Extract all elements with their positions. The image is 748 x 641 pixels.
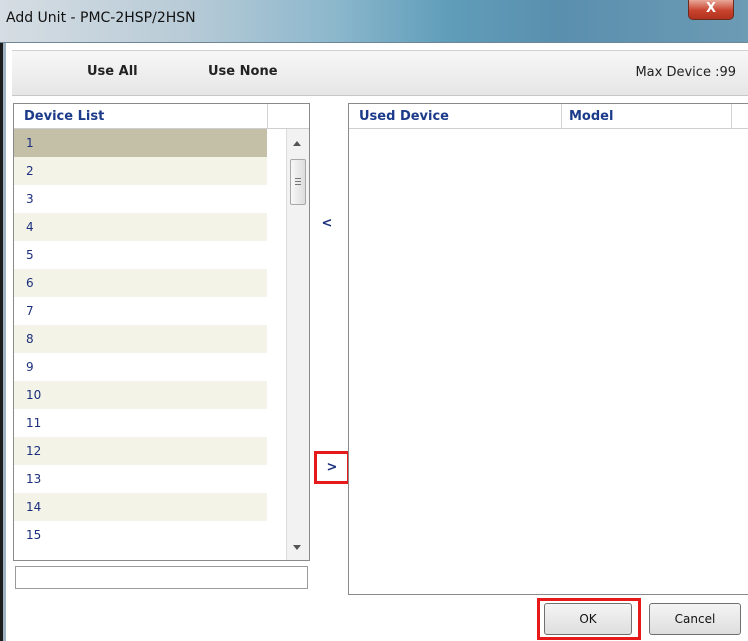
device-list-item[interactable]: 2	[14, 157, 267, 185]
grip-line	[295, 181, 301, 182]
device-list-item[interactable]: 1	[14, 129, 267, 157]
scroll-down-arrow-icon[interactable]	[293, 545, 301, 550]
cancel-button[interactable]: Cancel	[649, 603, 741, 635]
window-left-frame	[3, 42, 6, 641]
device-list-item[interactable]: 15	[14, 521, 267, 549]
device-list-item[interactable]: 6	[14, 269, 267, 297]
max-device-label: Max Device :99	[635, 65, 736, 80]
device-list-panel: Device List 1 2 3 4 5 6 7 8 9 10 11 12 13 14 15	[13, 103, 310, 561]
scroll-up-arrow-icon[interactable]	[293, 141, 301, 146]
model-header[interactable]: Model	[569, 109, 613, 124]
toolbar: Use All Use None Max Device :99	[12, 50, 748, 96]
device-list-item[interactable]: 8	[14, 325, 267, 353]
device-list-item[interactable]: 5	[14, 241, 267, 269]
use-all-button[interactable]: Use All	[87, 64, 138, 79]
used-device-header-row: Used Device Model	[349, 104, 748, 129]
used-device-panel: Used Device Model	[348, 103, 748, 595]
device-list-scrollbar[interactable]	[286, 129, 309, 560]
device-list-item[interactable]: 4	[14, 213, 267, 241]
use-none-button[interactable]: Use None	[208, 64, 278, 79]
ok-button[interactable]: OK	[544, 603, 632, 635]
scroll-thumb[interactable]	[290, 159, 306, 205]
move-right-button[interactable]: >	[314, 451, 350, 484]
device-list-item[interactable]: 10	[14, 381, 267, 409]
column-divider	[561, 104, 562, 128]
device-list-item[interactable]: 3	[14, 185, 267, 213]
device-list-item[interactable]: 14	[14, 493, 267, 521]
device-list-item[interactable]: 9	[14, 353, 267, 381]
move-left-button[interactable]: <	[318, 214, 336, 234]
column-divider	[267, 104, 268, 128]
column-divider	[731, 104, 732, 128]
title-bar[interactable]: Add Unit - PMC-2HSP/2HSN X	[0, 0, 748, 43]
device-list-header-row: Device List	[14, 104, 309, 129]
window-title: Add Unit - PMC-2HSP/2HSN	[6, 10, 196, 26]
device-list-item[interactable]: 12	[14, 437, 267, 465]
device-list-item[interactable]: 7	[14, 297, 267, 325]
close-icon: X	[705, 1, 717, 16]
device-list-item[interactable]: 11	[14, 409, 267, 437]
device-list-header[interactable]: Device List	[24, 109, 104, 124]
grip-line	[295, 184, 301, 185]
used-device-header[interactable]: Used Device	[359, 109, 449, 124]
grip-line	[295, 178, 301, 179]
device-list-item[interactable]: 13	[14, 465, 267, 493]
close-button[interactable]: X	[688, 0, 734, 20]
device-filter-input[interactable]	[15, 566, 308, 589]
